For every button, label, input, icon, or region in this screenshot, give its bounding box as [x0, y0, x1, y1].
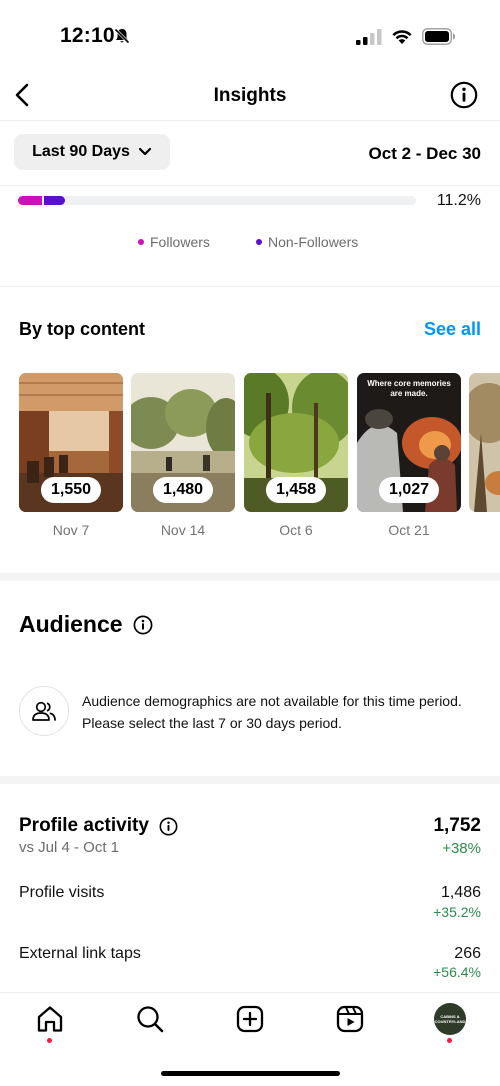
see-all-link[interactable]: See all: [424, 319, 481, 340]
info-icon[interactable]: [450, 81, 478, 109]
wifi-icon: [392, 29, 412, 44]
profile-avatar[interactable]: CABINS & COUNTRYLAND: [434, 1003, 466, 1035]
external-link-taps-label: External link taps: [19, 945, 141, 962]
chevron-down-icon: [138, 147, 152, 156]
reach-percent: 11.2%: [436, 192, 481, 209]
bar-legend: Followers Non-Followers: [0, 234, 500, 252]
legend-followers: Followers: [138, 234, 210, 250]
status-indicators: [356, 28, 456, 45]
content-date: Oct 6: [279, 522, 313, 538]
info-icon[interactable]: [159, 817, 178, 836]
content-thumbnail[interactable]: 1,550 Nov 7: [19, 373, 123, 538]
status-time: 12:10: [60, 24, 115, 47]
date-range-text: Oct 2 - Dec 30: [368, 144, 481, 163]
date-range-dropdown[interactable]: Last 90 Days: [14, 134, 170, 170]
external-link-taps-change: +56.4%: [433, 964, 481, 980]
top-content-title: By top content: [19, 319, 145, 339]
reels-icon[interactable]: [335, 1004, 365, 1034]
audience-unavailable-message: Audience demographics are not available …: [82, 693, 462, 731]
section-separator: [0, 573, 500, 581]
divider: [0, 286, 500, 287]
legend-non-followers: Non-Followers: [256, 234, 358, 250]
create-icon[interactable]: [235, 1004, 265, 1034]
profile-activity-compare-range: vs Jul 4 - Oct 1: [19, 839, 120, 856]
content-date: Nov 7: [52, 522, 90, 538]
followers-bar-segment: [18, 196, 42, 205]
content-image: Where core memories are made. 1,027: [357, 373, 461, 512]
content-image: 1,458: [244, 373, 348, 512]
content-thumbnail[interactable]: 1,458 Oct 6: [244, 373, 348, 538]
page-title: Insights: [213, 85, 287, 106]
content-overlay-caption: Where core memories are made.: [367, 379, 451, 398]
profile-visits-value: 1,486: [440, 884, 481, 901]
content-thumbnail[interactable]: [469, 373, 500, 512]
divider: [0, 120, 500, 121]
content-view-count: 1,027: [378, 477, 440, 503]
date-range-dropdown-label: Last 90 Days: [32, 143, 130, 160]
bell-muted-icon: [114, 28, 130, 44]
content-image: [469, 373, 500, 512]
people-icon: [32, 701, 56, 721]
profile-activity-header: Profile activity: [19, 815, 178, 837]
home-notification-dot: [47, 1038, 52, 1043]
content-view-count: 1,458: [265, 477, 327, 503]
search-icon[interactable]: [135, 1004, 165, 1034]
content-view-count: 1,550: [40, 477, 102, 503]
followers-progress-bar: [18, 196, 416, 205]
home-indicator: [161, 1071, 340, 1076]
legend-non-followers-label: Non-Followers: [268, 234, 359, 250]
content-image: 1,480: [131, 373, 235, 512]
audience-title: Audience: [19, 611, 123, 637]
profile-visits-change: +35.2%: [433, 904, 481, 920]
content-view-count: 1,480: [152, 477, 214, 503]
external-link-taps-value: 266: [454, 945, 481, 962]
nav-bar: Insights: [0, 72, 500, 120]
followers-dot-icon: [138, 239, 144, 245]
battery-icon: [422, 28, 455, 45]
content-thumbnail[interactable]: Where core memories are made. 1,027 Oct …: [357, 373, 461, 538]
profile-activity-total-change: +38%: [442, 840, 481, 857]
profile-notification-dot: [447, 1038, 452, 1043]
profile-activity-title: Profile activity: [19, 815, 149, 836]
profile-activity-total: 1,752: [433, 815, 481, 836]
profile-visits-label: Profile visits: [19, 884, 105, 901]
divider: [0, 185, 500, 186]
content-image: 1,550: [19, 373, 123, 512]
non-followers-bar-segment: [44, 196, 65, 205]
content-date: Oct 21: [388, 522, 430, 538]
info-icon[interactable]: [133, 615, 153, 635]
content-date: Nov 14: [160, 522, 206, 538]
content-thumbnail[interactable]: 1,480 Nov 14: [131, 373, 235, 538]
home-icon[interactable]: [35, 1004, 65, 1034]
top-content-carousel[interactable]: 1,550 Nov 7 1,480 Nov 14 1,458 Oct 6 Whe…: [19, 373, 500, 543]
avatar-text: CABINS & COUNTRYLAND: [434, 1014, 466, 1024]
status-bar: 12:10: [0, 0, 500, 72]
audience-section-header: Audience: [19, 611, 153, 638]
section-separator: [0, 776, 500, 784]
non-followers-dot-icon: [256, 239, 262, 245]
legend-followers-label: Followers: [150, 234, 210, 250]
cellular-signal-icon: [356, 28, 382, 45]
audience-icon-circle: [19, 686, 69, 736]
